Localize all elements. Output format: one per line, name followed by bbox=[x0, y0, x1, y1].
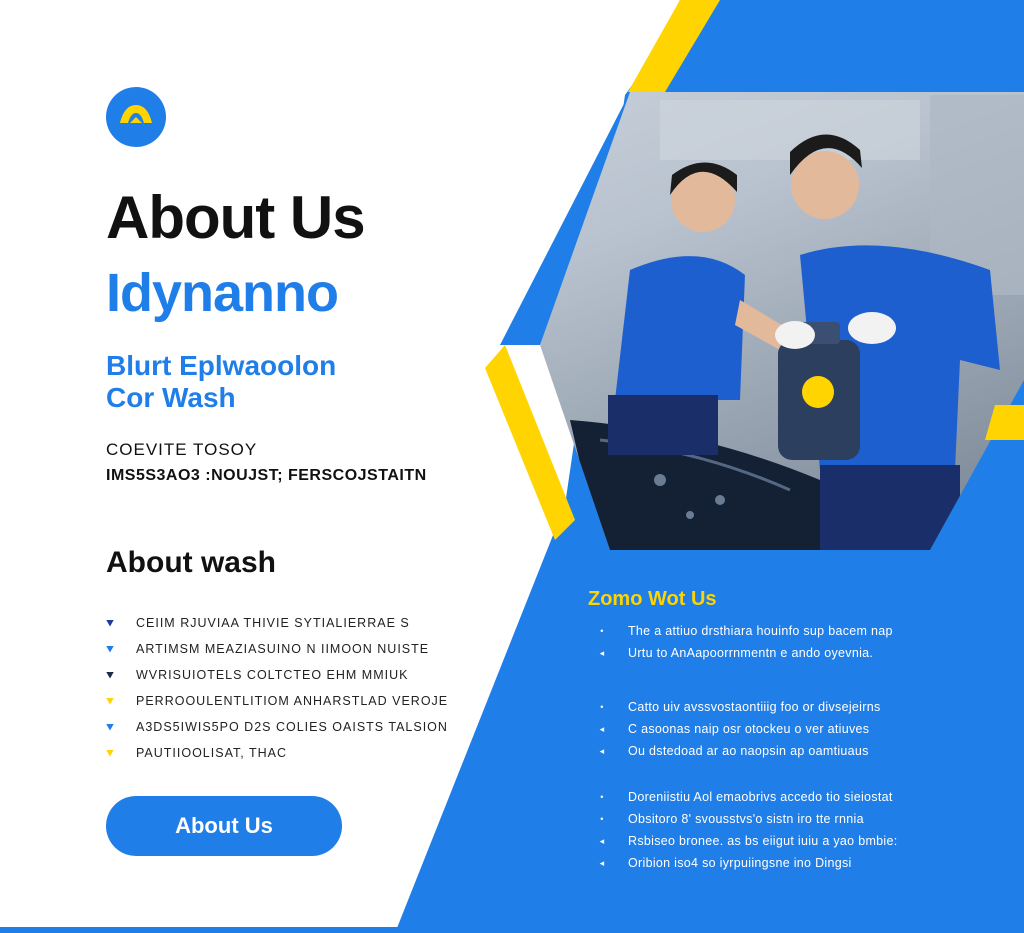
bullet-icon: ◂ bbox=[599, 835, 605, 846]
about-wash-item-text: PERROOULENTLITIOM ANHARSTLAD VEROJE bbox=[136, 694, 449, 708]
bullet-icon bbox=[106, 619, 114, 627]
about-wash-item: CEIIM RJUVIAA THIVIE SYTIALIERRAE S bbox=[106, 610, 448, 636]
tagline: Blurt Eplwaoolon Cor Wash bbox=[106, 350, 336, 414]
bullet-icon bbox=[106, 723, 114, 731]
about-wash-item-text: A3DS5IWIS5PO D2S COLIES OAISTS TALSION bbox=[136, 720, 448, 734]
about-wash-item-text: ARTIMSM MEAZIASUINO N IIMOON NUISTE bbox=[136, 642, 430, 656]
page-title: About Us bbox=[106, 184, 366, 251]
info-item-text: The a attiuo drsthiara houinfo sup bacem… bbox=[628, 624, 893, 638]
info-item-text: Urtu to AnAapoorrnmentn e ando oyevnia. bbox=[628, 646, 874, 660]
info-item-text: Obsitoro 8' svousstvs'o sistn iro tte rn… bbox=[628, 812, 864, 826]
brand-logo-icon bbox=[106, 87, 166, 147]
info-item-text: Doreniistiu Aol emaobrivs accedo tio sie… bbox=[628, 790, 893, 804]
right-group-1: • The a attiuo drsthiara houinfo sup bace… bbox=[598, 620, 893, 664]
info-item: • Doreniistiu Aol emaobrivs accedo tio si… bbox=[598, 786, 898, 808]
bullet-icon: ◂ bbox=[599, 723, 605, 734]
bullet-icon: • bbox=[600, 626, 604, 636]
about-us-button[interactable]: About Us bbox=[106, 796, 342, 856]
bullet-icon bbox=[106, 671, 114, 679]
info-item: • Obsitoro 8' svousstvs'o sistn iro tte r… bbox=[598, 808, 898, 830]
info-item-text: Rsbiseo bronee. as bs eiigut iuiu a yao … bbox=[628, 834, 898, 848]
tagline-line-2: Cor Wash bbox=[106, 382, 236, 413]
info-item-text: Ou dstedoad ar ao naopsin ap oamtiuaus bbox=[628, 744, 869, 758]
about-wash-item: PAUTIIOOLISAT, THAC bbox=[106, 740, 448, 766]
bullet-icon bbox=[106, 749, 114, 757]
info-item: ◂ Urtu to AnAapoorrnmentn e ando oyevnia. bbox=[598, 642, 893, 664]
right-group-3: • Doreniistiu Aol emaobrivs accedo tio si… bbox=[598, 786, 898, 874]
about-wash-item: WVRISUIOTELS COLTCTEO EHM MMIUK bbox=[106, 662, 448, 688]
bullet-icon: • bbox=[600, 814, 604, 824]
right-group-2: • Catto uiv avssvostaontiiig foo or divse… bbox=[598, 696, 881, 762]
bullet-icon: ◂ bbox=[599, 647, 605, 658]
about-wash-item: PERROOULENTLITIOM ANHARSTLAD VEROJE bbox=[106, 688, 448, 714]
info-item: ◂ C asoonas naip osr otockeu o ver atiuve… bbox=[598, 718, 881, 740]
info-item: • Catto uiv avssvostaontiiig foo or divse… bbox=[598, 696, 881, 718]
info-item: • The a attiuo drsthiara houinfo sup bace… bbox=[598, 620, 893, 642]
contact-info: IMS5S3AO3 :NOUJST; FERSCOJSTAITN bbox=[106, 467, 427, 484]
about-wash-item-text: CEIIM RJUVIAA THIVIE SYTIALIERRAE S bbox=[136, 616, 410, 630]
bullet-icon bbox=[106, 697, 114, 705]
info-item-text: C asoonas naip osr otockeu o ver atiuves bbox=[628, 722, 870, 736]
info-item-text: Oribion iso4 so iyrpuiingsne ino Dingsi bbox=[628, 856, 852, 870]
info-item: ◂ Oribion iso4 so iyrpuiingsne ino Dingsi bbox=[598, 852, 898, 874]
about-wash-item: ARTIMSM MEAZIASUINO N IIMOON NUISTE bbox=[106, 636, 448, 662]
tagline-line-1: Blurt Eplwaoolon bbox=[106, 350, 337, 381]
right-section-heading: Zomo Wot Us bbox=[588, 588, 717, 610]
bottom-border bbox=[0, 927, 1024, 933]
about-wash-item: A3DS5IWIS5PO D2S COLIES OAISTS TALSION bbox=[106, 714, 448, 740]
bullet-icon: ◂ bbox=[599, 857, 605, 868]
about-wash-item-text: WVRISUIOTELS COLTCTEO EHM MMIUK bbox=[136, 668, 409, 682]
bullet-icon: ◂ bbox=[599, 745, 605, 756]
about-wash-list: CEIIM RJUVIAA THIVIE SYTIALIERRAE S ARTIM… bbox=[106, 610, 448, 766]
info-item: ◂ Ou dstedoad ar ao naopsin ap oamtiuaus bbox=[598, 740, 881, 762]
info-item-text: Catto uiv avssvostaontiiig foo or divsej… bbox=[628, 700, 881, 714]
bullet-icon: • bbox=[600, 702, 604, 712]
bullet-icon bbox=[106, 645, 114, 653]
brand-name: Idynanno bbox=[106, 263, 339, 323]
bullet-icon: • bbox=[600, 792, 604, 802]
about-wash-item-text: PAUTIIOOLISAT, THAC bbox=[136, 746, 287, 760]
info-item: ◂ Rsbiseo bronee. as bs eiigut iuiu a yao… bbox=[598, 830, 898, 852]
contact-label: COEVITE TOSOY bbox=[106, 440, 258, 459]
about-wash-heading: About wash bbox=[106, 546, 276, 579]
